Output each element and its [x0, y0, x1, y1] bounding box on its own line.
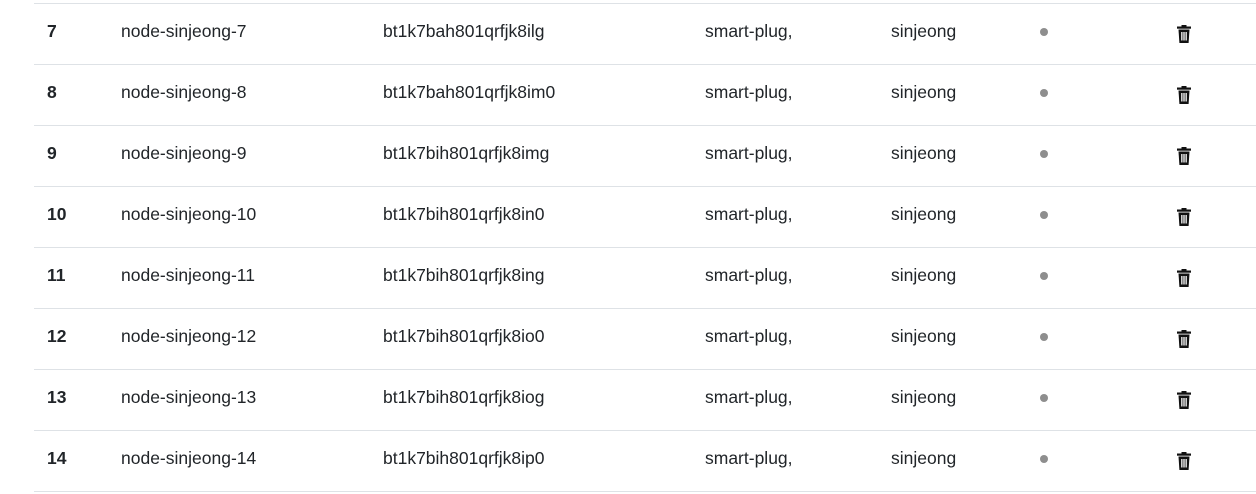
node-id: bt1k7bih801qrfjk8img	[383, 143, 550, 163]
status-dot-icon	[1040, 211, 1048, 219]
node-name: node-sinjeong-10	[121, 204, 257, 224]
status-dot-icon	[1040, 394, 1048, 402]
node-owner: sinjeong	[891, 143, 957, 163]
status-dot-icon	[1040, 333, 1048, 341]
node-id: bt1k7bih801qrfjk8ip0	[383, 448, 545, 468]
row-number: 10	[47, 204, 67, 224]
node-type: smart-plug,	[705, 265, 793, 285]
delete-button[interactable]	[1177, 269, 1191, 287]
table-row: 7 node-sinjeong-7 bt1k7bah801qrfjk8ilg s…	[34, 4, 1256, 65]
node-id: bt1k7bih801qrfjk8in0	[383, 204, 545, 224]
trash-icon	[1177, 452, 1191, 470]
node-type: smart-plug,	[705, 82, 793, 102]
node-id: bt1k7bih801qrfjk8iog	[383, 387, 545, 407]
node-name: node-sinjeong-7	[121, 21, 247, 41]
row-number: 14	[47, 448, 67, 468]
node-type: smart-plug,	[705, 143, 793, 163]
node-type: smart-plug,	[705, 326, 793, 346]
table-row: 8 node-sinjeong-8 bt1k7bah801qrfjk8im0 s…	[34, 65, 1256, 126]
table-row: 10 node-sinjeong-10 bt1k7bih801qrfjk8in0…	[34, 187, 1256, 248]
row-number: 9	[47, 143, 57, 163]
row-number: 11	[47, 265, 66, 285]
delete-button[interactable]	[1177, 25, 1191, 43]
node-owner: sinjeong	[891, 326, 957, 346]
delete-button[interactable]	[1177, 208, 1191, 226]
node-name: node-sinjeong-11	[121, 265, 255, 285]
trash-icon	[1177, 86, 1191, 104]
trash-icon	[1177, 208, 1191, 226]
node-owner: sinjeong	[891, 448, 957, 468]
node-owner: sinjeong	[891, 82, 957, 102]
table-row: 11 node-sinjeong-11 bt1k7bih801qrfjk8ing…	[34, 248, 1256, 309]
table-row: 12 node-sinjeong-12 bt1k7bih801qrfjk8io0…	[34, 309, 1256, 370]
delete-button[interactable]	[1177, 86, 1191, 104]
status-dot-icon	[1040, 89, 1048, 97]
node-name: node-sinjeong-12	[121, 326, 257, 346]
status-dot-icon	[1040, 150, 1048, 158]
status-dot-icon	[1040, 455, 1048, 463]
node-owner: sinjeong	[891, 21, 957, 41]
node-id: bt1k7bih801qrfjk8io0	[383, 326, 545, 346]
node-name: node-sinjeong-9	[121, 143, 247, 163]
trash-icon	[1177, 25, 1191, 43]
row-number: 7	[47, 21, 57, 41]
status-dot-icon	[1040, 28, 1048, 36]
node-owner: sinjeong	[891, 387, 957, 407]
table-row: 9 node-sinjeong-9 bt1k7bih801qrfjk8img s…	[34, 126, 1256, 187]
table-row: 13 node-sinjeong-13 bt1k7bih801qrfjk8iog…	[34, 370, 1256, 431]
trash-icon	[1177, 147, 1191, 165]
delete-button[interactable]	[1177, 330, 1191, 348]
trash-icon	[1177, 391, 1191, 409]
node-id: bt1k7bih801qrfjk8ing	[383, 265, 545, 285]
trash-icon	[1177, 330, 1191, 348]
trash-icon	[1177, 269, 1191, 287]
row-number: 13	[47, 387, 67, 407]
node-type: smart-plug,	[705, 387, 793, 407]
node-owner: sinjeong	[891, 204, 957, 224]
row-number: 8	[47, 82, 57, 102]
node-type: smart-plug,	[705, 448, 793, 468]
node-name: node-sinjeong-13	[121, 387, 257, 407]
status-dot-icon	[1040, 272, 1048, 280]
row-number: 12	[47, 326, 67, 346]
node-name: node-sinjeong-8	[121, 82, 247, 102]
node-id: bt1k7bah801qrfjk8im0	[383, 82, 556, 102]
node-name: node-sinjeong-14	[121, 448, 257, 468]
delete-button[interactable]	[1177, 147, 1191, 165]
table-row: 14 node-sinjeong-14 bt1k7bih801qrfjk8ip0…	[34, 431, 1256, 492]
node-type: smart-plug,	[705, 21, 793, 41]
delete-button[interactable]	[1177, 452, 1191, 470]
node-id: bt1k7bah801qrfjk8ilg	[383, 21, 545, 41]
node-type: smart-plug,	[705, 204, 793, 224]
node-owner: sinjeong	[891, 265, 957, 285]
delete-button[interactable]	[1177, 391, 1191, 409]
nodes-table: 7 node-sinjeong-7 bt1k7bah801qrfjk8ilg s…	[34, 3, 1256, 492]
